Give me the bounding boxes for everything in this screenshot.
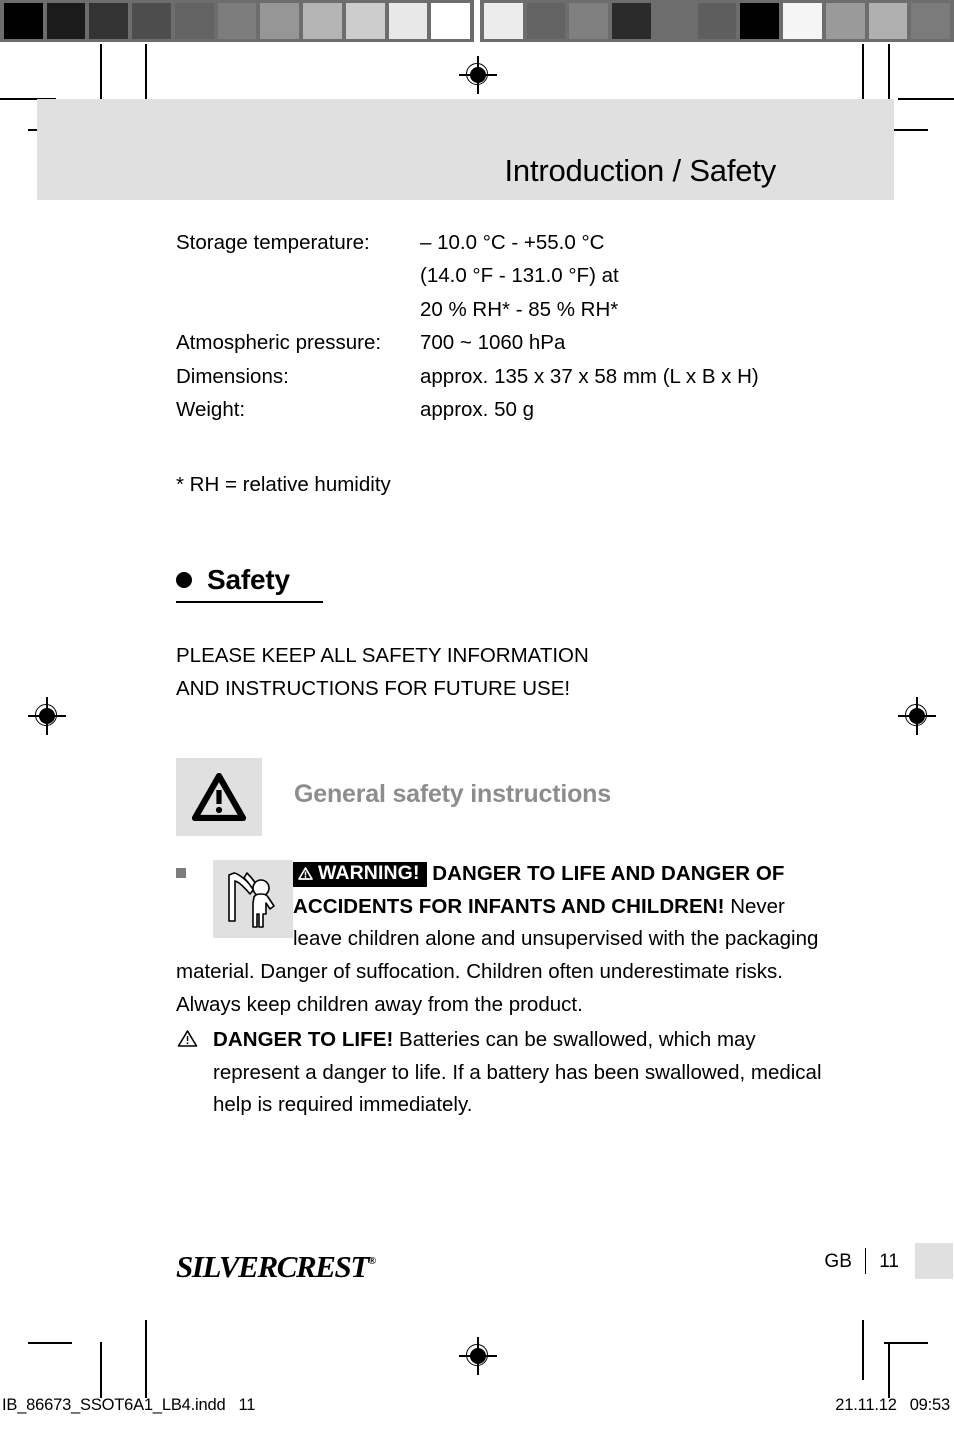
specifications-table: Storage temperature: – 10.0 °C - +55.0 °… [176, 226, 759, 426]
calibration-swatch-8 [345, 3, 385, 39]
slug-date: 21.11.12 [835, 1396, 897, 1414]
calibration-swatch-2 [569, 3, 609, 39]
slug-filename: IB_86673_SSOT6A1_LB4.indd [2, 1396, 226, 1414]
keep-information-line-1: PLEASE KEEP ALL SAFETY INFORMATION [176, 644, 589, 668]
spec-label: Dimensions: [176, 364, 289, 388]
spec-value: approx. 50 g [420, 398, 534, 422]
registered-trademark-icon: ® [367, 1255, 377, 1267]
child-supervision-iconbox [213, 859, 293, 938]
calibration-swatch-7 [783, 3, 822, 39]
crop-mark-bottom-right-horizontal [884, 1342, 928, 1344]
square-bullet-icon [176, 867, 186, 878]
calibration-swatch-4 [654, 3, 694, 39]
warning-triangle-icon [192, 772, 246, 821]
danger-bold-text: DANGER TO LIFE! [213, 1027, 394, 1051]
crop-mark-top-left-vertical [100, 44, 102, 100]
safety-section-heading: Safety [176, 563, 323, 604]
page-footer: SILVERCREST® GB 11 [176, 1243, 953, 1284]
warning-badge: WARNING! [293, 861, 427, 887]
safety-heading-label: Safety [207, 563, 290, 595]
calibration-swatch-0 [484, 3, 523, 39]
spec-label: Weight: [176, 398, 246, 422]
table-row: (14.0 °F - 131.0 °F) at [176, 259, 759, 292]
spec-label [176, 293, 420, 326]
table-row: 20 % RH* - 85 % RH* [176, 293, 759, 326]
page-content: Storage temperature: – 10.0 °C - +55.0 °… [176, 226, 836, 1122]
crop-mark-bottom-right-vertical-2 [888, 1342, 890, 1398]
calibration-swatch-5 [697, 3, 737, 39]
keep-away-from-children-icon [228, 872, 275, 928]
calibration-swatch-0 [4, 3, 43, 39]
general-safety-instructions-title: General safety instructions [294, 779, 611, 808]
calibration-strips [0, 0, 954, 42]
brand-name: SILVERCREST [176, 1249, 369, 1284]
spec-label [176, 259, 420, 292]
warning-block: WARNING! DANGER TO LIFE AND DANGER OF AC… [176, 858, 836, 1122]
calibration-swatch-6 [260, 3, 300, 39]
crop-mark-bottom-right-vertical [862, 1320, 864, 1380]
calibration-swatch-4 [174, 3, 214, 39]
calibration-swatch-9 [868, 3, 908, 39]
page-color-swatch [915, 1243, 953, 1279]
print-slug-right: 21.11.12 09:53 [835, 1396, 950, 1415]
crop-mark-bottom-left-horizontal [28, 1342, 72, 1344]
table-row: Dimensions: approx. 135 x 37 x 58 mm (L … [176, 360, 759, 393]
calibration-swatch-9 [388, 3, 428, 39]
warning-triangle-iconbox [176, 757, 262, 836]
calibration-swatch-2 [89, 3, 129, 39]
calibration-swatch-7 [303, 3, 342, 39]
calibration-swatch-3 [132, 3, 171, 39]
general-safety-instructions-header: General safety instructions [176, 757, 836, 836]
page-header-band: Introduction / Safety [37, 99, 894, 200]
registration-mark-bottom-icon [459, 1337, 497, 1375]
warning-triangle-small-icon [177, 1030, 198, 1047]
calibration-strip-right [480, 0, 954, 42]
table-row: Storage temperature: – 10.0 °C - +55.0 °… [176, 226, 759, 259]
page-title: Introduction / Safety [504, 153, 776, 188]
spec-value: 20 % RH* - 85 % RH* [420, 297, 619, 321]
calibration-strip-left [0, 0, 474, 42]
slug-file-page: 11 [238, 1396, 256, 1414]
spec-value: – 10.0 °C - +55.0 °C [420, 231, 605, 254]
page-indicator: GB 11 [824, 1243, 953, 1279]
registration-mark-left-icon [28, 697, 66, 735]
danger-to-life-paragraph: DANGER TO LIFE! Batteries can be swallow… [176, 1024, 836, 1122]
calibration-swatch-1 [46, 3, 86, 39]
spec-value: (14.0 °F - 131.0 °F) at [420, 264, 619, 288]
warning-triangle-white-icon [298, 866, 313, 880]
calibration-swatch-1 [526, 3, 566, 39]
silvercrest-logo: SILVERCREST® [176, 1249, 376, 1284]
registration-mark-top-icon [459, 56, 497, 94]
keep-information-notice: PLEASE KEEP ALL SAFETY INFORMATION AND I… [176, 639, 836, 706]
page-divider [864, 1248, 867, 1274]
crop-mark-top-right-horizontal [898, 98, 954, 100]
language-code: GB [824, 1250, 852, 1272]
bullet-dot-icon [176, 571, 192, 588]
spec-value: approx. 135 x 37 x 58 mm (L x B x H) [420, 364, 759, 388]
calibration-swatch-10 [911, 3, 951, 39]
crop-mark-top-right-vertical [862, 44, 864, 100]
calibration-swatch-3 [612, 3, 651, 39]
crop-mark-bottom-left-vertical [100, 1342, 102, 1398]
registration-mark-right-icon [898, 697, 936, 735]
calibration-swatch-8 [825, 3, 865, 39]
spec-label: Storage temperature: [176, 231, 370, 254]
calibration-swatch-5 [217, 3, 257, 39]
calibration-swatch-6 [740, 3, 780, 39]
page-number: 11 [879, 1250, 899, 1272]
spec-label: Atmospheric pressure: [176, 331, 382, 355]
crop-mark-bottom-left-vertical-2 [145, 1320, 147, 1398]
heading-underline [176, 600, 323, 604]
keep-information-line-2: AND INSTRUCTIONS FOR FUTURE USE! [176, 677, 571, 701]
table-row: Atmospheric pressure: 700 ~ 1060 hPa [176, 326, 759, 359]
spec-value: 700 ~ 1060 hPa [420, 331, 566, 355]
calibration-swatch-10 [431, 3, 471, 39]
specs-footnote: * RH = relative humidity [176, 473, 391, 497]
table-row: Weight: approx. 50 g [176, 393, 759, 426]
slug-time: 09:53 [909, 1396, 950, 1414]
warning-badge-label: WARNING! [318, 861, 420, 884]
print-slug-left: IB_86673_SSOT6A1_LB4.indd 11 [2, 1396, 255, 1415]
